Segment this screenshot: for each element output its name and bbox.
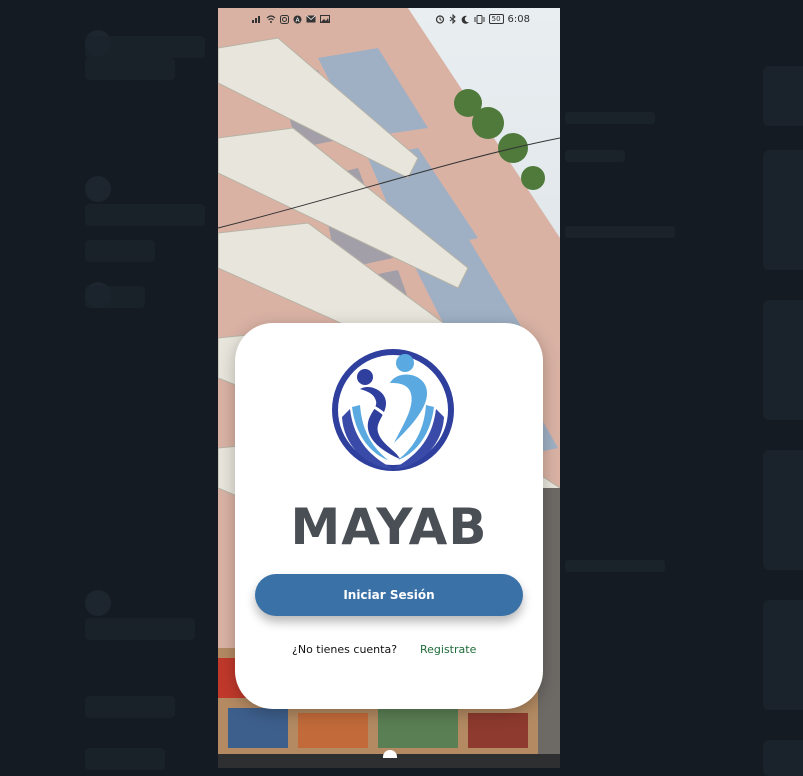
background-message (565, 150, 625, 162)
background-panel (763, 150, 803, 270)
gallery-icon (320, 15, 330, 23)
background-message (85, 748, 165, 770)
status-left-icons: A (252, 14, 330, 24)
background-panel (763, 600, 803, 710)
status-right-icons: 50 6:08 (435, 14, 530, 25)
background-avatar (85, 176, 111, 202)
app-notification-icon: A (293, 15, 302, 24)
background-panel (763, 450, 803, 570)
battery-level: 50 (491, 15, 501, 23)
background-message (565, 112, 655, 124)
background-message (565, 226, 675, 238)
signal-icon (252, 16, 260, 23)
status-time: 6:08 (507, 13, 530, 25)
background-panel (763, 300, 803, 420)
vibrate-icon (474, 14, 485, 24)
background-message (565, 560, 665, 572)
mail-icon (306, 15, 316, 23)
brand-title: MAYAB (290, 498, 488, 556)
login-button[interactable]: Iniciar Sesión (255, 574, 523, 616)
background-message (85, 618, 195, 640)
navigation-bar (218, 750, 560, 768)
background-message (85, 58, 175, 80)
background-panel (763, 740, 803, 776)
phone-screen: A 50 6:08 MAYAB Iniciar Sesión ¿No tiene… (218, 8, 560, 768)
background-message (85, 696, 175, 718)
moon-icon (461, 15, 469, 24)
status-bar: A 50 6:08 (218, 8, 560, 30)
no-account-label: ¿No tienes cuenta? (292, 643, 398, 656)
background-panel (763, 66, 803, 126)
background-message (85, 36, 205, 58)
battery-indicator: 50 (488, 14, 504, 24)
instagram-icon (280, 14, 289, 24)
background-avatar (85, 590, 111, 616)
mayab-logo (332, 349, 454, 471)
background-message (85, 204, 205, 226)
home-gesture-icon[interactable] (383, 750, 397, 758)
background-message (85, 286, 145, 308)
register-link[interactable]: Registrate (420, 643, 476, 656)
wifi-icon (266, 15, 276, 23)
signup-row: ¿No tienes cuenta? Registrate (235, 643, 543, 661)
login-card: MAYAB Iniciar Sesión ¿No tienes cuenta? … (235, 323, 543, 709)
bluetooth-icon (449, 14, 456, 24)
background-message (85, 240, 155, 262)
alarm-icon (435, 15, 444, 24)
